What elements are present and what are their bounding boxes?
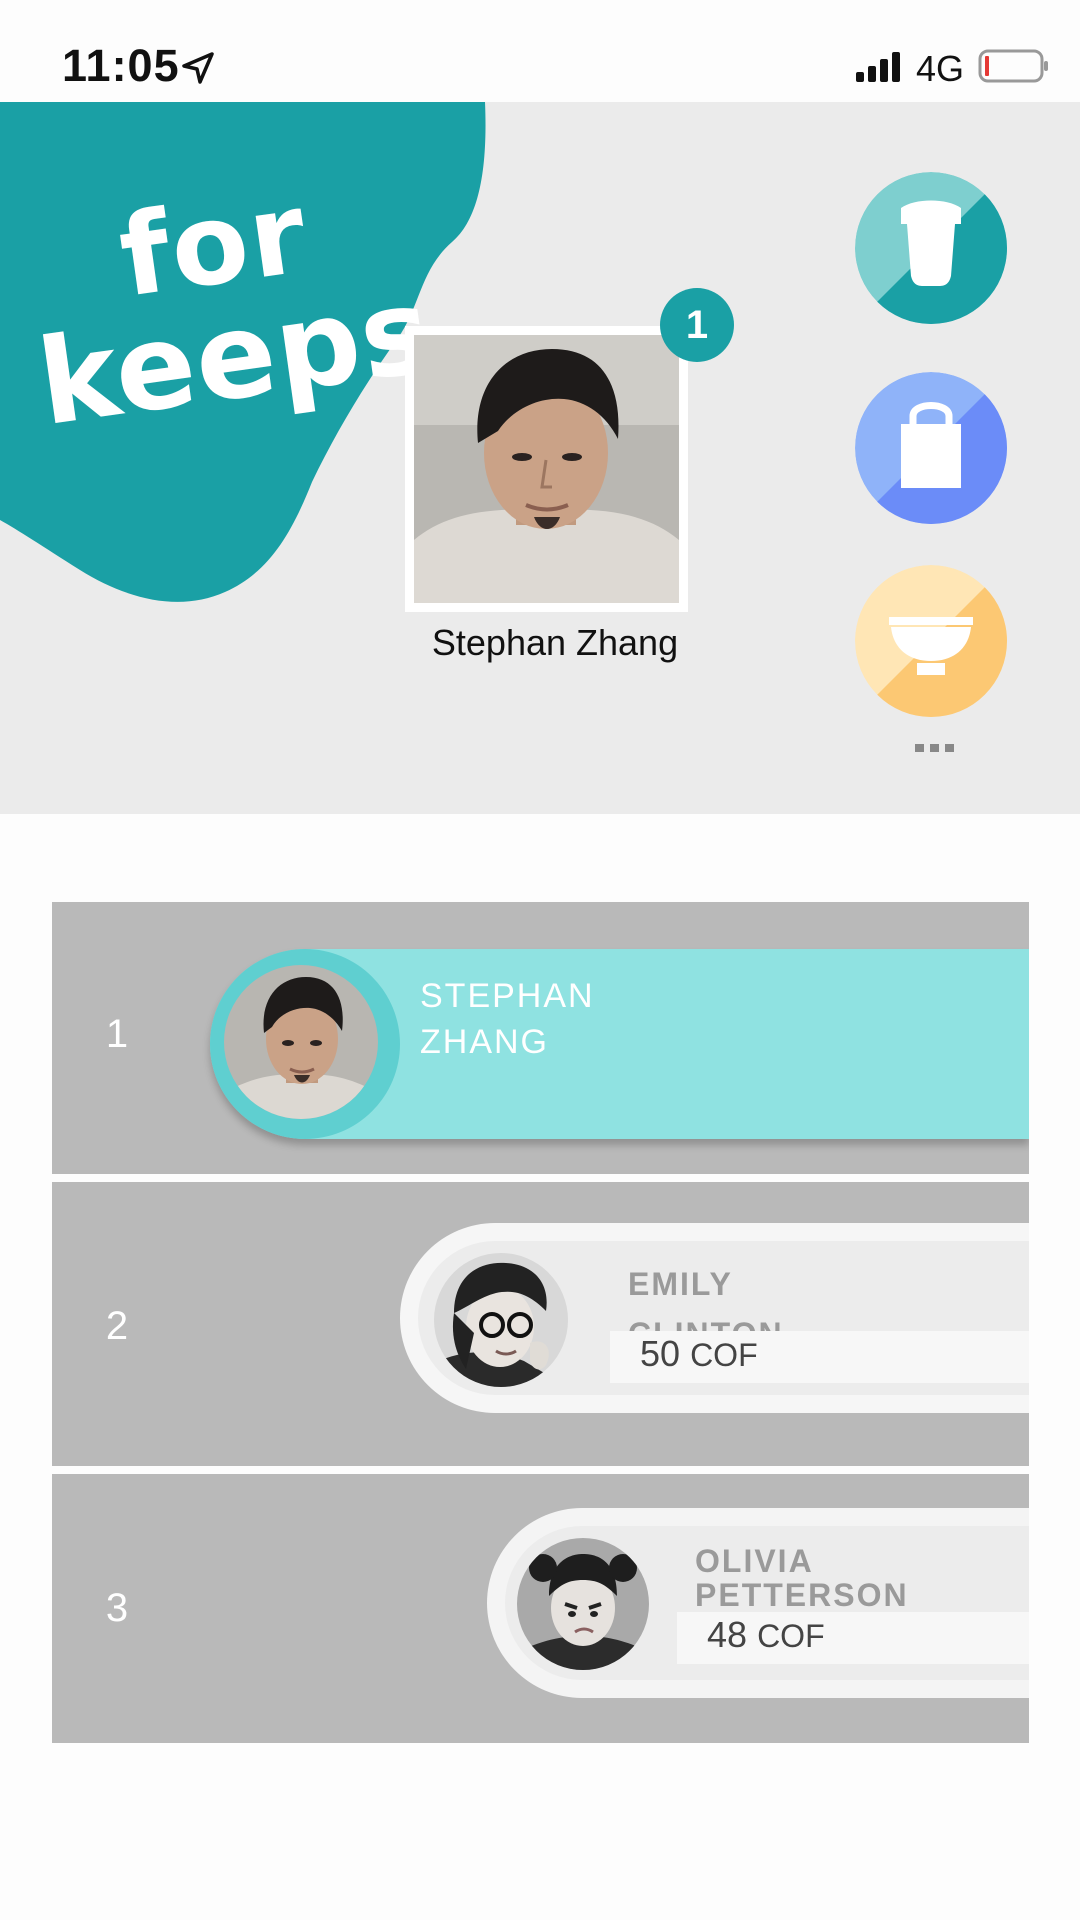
player-name: STEPHAN ZHANG [420, 973, 595, 1065]
rank-badge: 1 [660, 288, 734, 362]
avatar [434, 1253, 568, 1387]
avatar [517, 1538, 649, 1670]
leaderboard-row-2[interactable]: 2 EMILY CLINTON [52, 1182, 1029, 1466]
header: for keeps 1 Stephan Zhang [0, 102, 1080, 814]
player-card[interactable]: EMILY CLINTON 50 COF [400, 1223, 1029, 1413]
status-bar: 11:05 4G [0, 0, 1080, 102]
player-first-name: EMILY [628, 1266, 733, 1302]
score-value: 50 [640, 1333, 681, 1374]
profile-name: Stephan Zhang [431, 622, 679, 663]
location-arrow-icon [182, 52, 214, 84]
player-first-name: OLIVIA [695, 1543, 814, 1579]
profile-photo-frame[interactable] [405, 326, 688, 612]
category-bowl-button[interactable] [855, 565, 1007, 717]
avatar [224, 965, 378, 1119]
rank-number: 1 [105, 1012, 129, 1056]
player-card[interactable]: STEPHAN ZHANG [210, 949, 1029, 1139]
leaderboard-row-3[interactable]: 3 OLIVIA PETTERSON 48 COF [52, 1474, 1029, 1743]
player-name: OLIVIA PETTERSON [695, 1544, 909, 1612]
player-score: 48 COF [707, 1614, 825, 1656]
score-value: 48 [707, 1614, 748, 1655]
status-time: 11:05 [62, 40, 180, 91]
network-label: 4G [916, 48, 965, 89]
leaderboard: 1 STEPHAN ZHANG 2 EMILY 50 COF 3 OLIVIA … [52, 902, 1029, 1743]
leaderboard-row-1[interactable]: 1 STEPHAN ZHANG [52, 902, 1029, 1174]
score-unit: COF [690, 1337, 758, 1373]
score-unit: COF [757, 1618, 825, 1654]
category-cup-button[interactable] [855, 172, 1007, 324]
player-first-name: STEPHAN [420, 977, 595, 1015]
player-card[interactable]: OLIVIA PETTERSON 48 COF [487, 1508, 1029, 1698]
profile-photo [414, 335, 679, 603]
battery-low-icon [978, 49, 1048, 83]
signal-bars-icon [856, 52, 900, 82]
category-bag-button[interactable] [855, 372, 1007, 524]
rank-number: 3 [105, 1586, 129, 1630]
player-last-name: ZHANG [420, 1023, 549, 1061]
player-last-name: PETTERSON [695, 1577, 909, 1613]
more-dots-icon[interactable] [915, 742, 955, 754]
rank-number: 2 [105, 1304, 129, 1348]
player-score: 50 COF [640, 1333, 758, 1375]
